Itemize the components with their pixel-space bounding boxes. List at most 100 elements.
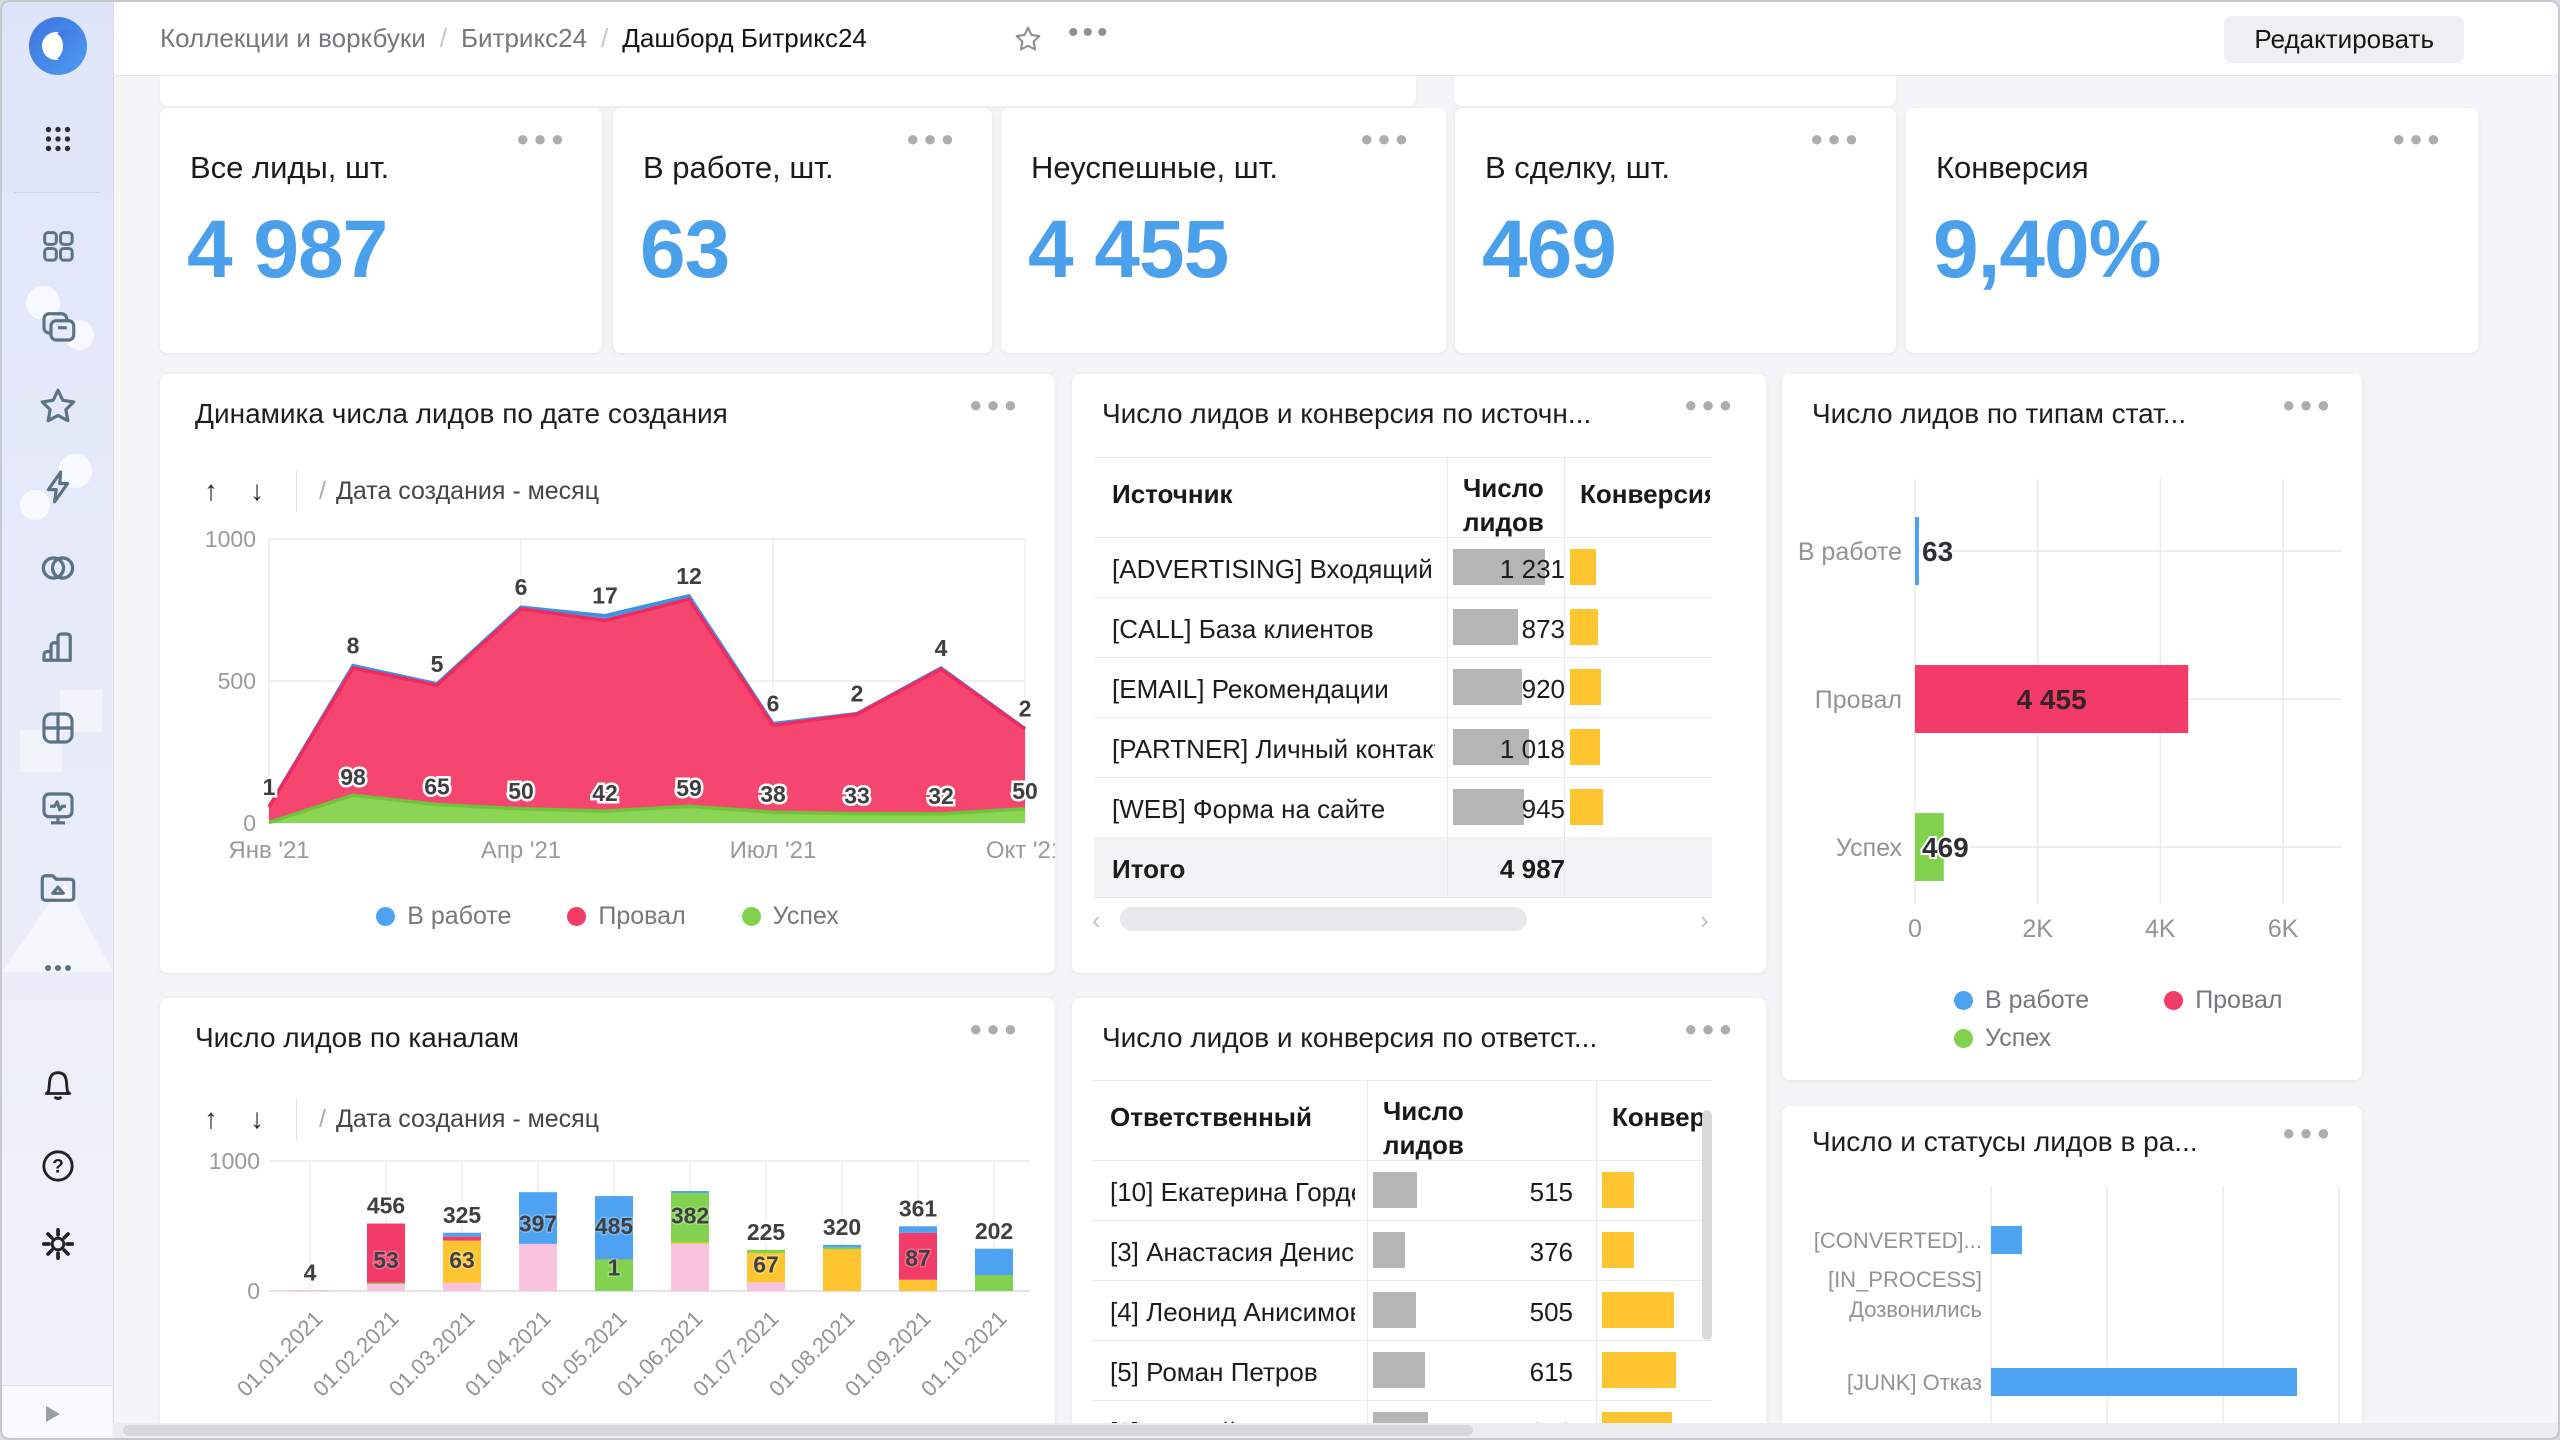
x-axis-tick: 2K — [2022, 915, 2053, 943]
drill-up-icon[interactable]: ↑ — [204, 1103, 218, 1135]
drill-down-icon[interactable]: ↓ — [250, 1103, 264, 1135]
sidebar-item-collections[interactable] — [36, 304, 80, 348]
inwork-chart-plot[interactable]: [CONVERTED]...[IN_PROCESS]Дозвонились[JU… — [1782, 1176, 2362, 1440]
bar-segment-pink[interactable] — [519, 1244, 557, 1291]
x-axis-tick: Апр '21 — [481, 837, 561, 864]
bar-segment-pink[interactable] — [291, 1290, 329, 1291]
horizontal-scrollbar-thumb[interactable] — [1120, 907, 1527, 931]
bar-segment-red[interactable] — [443, 1237, 481, 1241]
channels-chart-plot[interactable]: 10000401.01.20214565301.02.20213256301.0… — [160, 1144, 1055, 1440]
data-label: 50 — [508, 778, 534, 804]
datalens-logo[interactable] — [28, 16, 88, 76]
bar-[JUNK] Отказ[interactable] — [1991, 1368, 2297, 1396]
datalens-logo-icon — [29, 17, 87, 75]
bar-segment-blue[interactable] — [443, 1233, 481, 1237]
bar-segment-green[interactable] — [823, 1247, 861, 1249]
scrollbar-thumb[interactable] — [123, 1425, 1473, 1436]
bar-segment-blue[interactable] — [975, 1249, 1013, 1275]
kpi-value: 9,40% — [1933, 203, 2161, 297]
data-label: 65 — [424, 774, 450, 800]
bar-segment-pink[interactable] — [671, 1244, 709, 1291]
bar-segment-green[interactable] — [975, 1275, 1013, 1291]
legend-item-Провал[interactable]: Провал — [2164, 986, 2282, 1015]
apps-grid-glyph — [39, 120, 77, 158]
help-button[interactable]: ? — [36, 1144, 80, 1188]
card-menu-icon[interactable]: ●●● — [969, 1016, 1021, 1042]
breadcrumb-item[interactable]: Битрикс24 — [461, 23, 587, 54]
table-cell-leads: 1 018 — [1453, 734, 1565, 765]
settings-button[interactable] — [36, 1222, 80, 1266]
data-label: 485 — [595, 1213, 634, 1239]
bar-segment-pink[interactable] — [747, 1282, 785, 1291]
legend-item-Успех[interactable]: Успех — [742, 902, 839, 931]
table-cell-leads: 515 — [1373, 1177, 1573, 1208]
kpi-title: Неуспешные, шт. — [1031, 150, 1278, 186]
bar-segment-green[interactable] — [367, 1283, 405, 1284]
card-menu-icon[interactable]: ●●● — [969, 392, 1021, 418]
card-menu-icon[interactable]: ●●● — [2282, 392, 2334, 418]
legend-item-Успех[interactable]: Успех — [1954, 1024, 2051, 1053]
favorite-star-icon[interactable] — [1013, 24, 1043, 59]
scroll-right-arrow[interactable]: › — [1700, 905, 1709, 936]
drill-breadcrumb[interactable]: Дата создания - месяц — [336, 477, 599, 506]
apps-grid-icon[interactable] — [36, 117, 80, 161]
y-axis-tick: 500 — [218, 668, 256, 694]
bar-segment-pink[interactable] — [367, 1284, 405, 1291]
legend-dot — [2164, 991, 2183, 1010]
sidebar-item-more[interactable] — [36, 946, 80, 990]
edit-button[interactable]: Редактировать — [2224, 16, 2464, 63]
svg-text:?: ? — [52, 1157, 64, 1178]
sidebar-item-editor[interactable] — [36, 786, 80, 830]
notifications-button[interactable] — [36, 1064, 80, 1108]
bar-В работе[interactable] — [1915, 517, 1919, 585]
scroll-left-arrow[interactable]: ‹ — [1092, 905, 1101, 936]
table-cell-name: [4] Леонид Анисимов — [1110, 1297, 1355, 1328]
card-menu-icon[interactable]: ●●● — [516, 126, 568, 152]
bar-[CONVERTED]...[interactable] — [1991, 1226, 2022, 1254]
sidebar-item-dashboards[interactable] — [36, 224, 80, 268]
card-menu-icon[interactable]: ●●● — [1360, 126, 1412, 152]
vertical-scrollbar-thumb[interactable] — [1702, 1110, 1712, 1340]
sidebar-item-connections[interactable] — [36, 465, 80, 509]
sidebar-expand-button[interactable] — [2, 1385, 112, 1440]
header-more-icon[interactable]: ••• — [1068, 16, 1112, 50]
data-label: 6 — [767, 691, 780, 717]
breadcrumb-item[interactable]: Дашборд Битрикс24 — [622, 23, 867, 54]
sidebar-item-charts[interactable] — [36, 626, 80, 670]
monitor-pulse-icon — [37, 787, 79, 829]
legend-item-В работе[interactable]: В работе — [376, 902, 511, 931]
card-menu-icon[interactable]: ●●● — [906, 126, 958, 152]
bar-segment-yellow[interactable] — [823, 1249, 861, 1291]
bar-segment-blue[interactable] — [899, 1226, 937, 1233]
sidebar-item-tables[interactable] — [36, 706, 80, 750]
card-menu-icon[interactable]: ●●● — [2392, 126, 2444, 152]
total-row — [1094, 837, 1712, 897]
bar-segment-blue[interactable] — [671, 1191, 709, 1193]
kpi-value: 4 455 — [1028, 203, 1228, 297]
legend-item-Провал[interactable]: Провал — [567, 902, 685, 931]
card-menu-icon[interactable]: ●●● — [2282, 1120, 2334, 1146]
data-label: 4 455 — [2017, 684, 2087, 715]
bar-segment-yellow[interactable] — [899, 1280, 937, 1291]
breadcrumb-item[interactable]: Коллекции и воркбуки — [160, 23, 426, 54]
bar-segment-blue[interactable] — [823, 1245, 861, 1248]
drill-down-icon[interactable]: ↓ — [250, 475, 264, 507]
card-title: Число лидов по типам стат... — [1812, 398, 2186, 430]
chart-toolbar: ↑ ↓ / Дата создания - месяц — [204, 1098, 599, 1140]
legend-item-В работе[interactable]: В работе — [1954, 986, 2089, 1015]
bar-segment-pink[interactable] — [443, 1283, 481, 1291]
drill-up-icon[interactable]: ↑ — [204, 475, 218, 507]
area-chart-plot[interactable]: 10005000Янв '21Апр '21Июл '21Окт '211856… — [160, 524, 1055, 884]
bar-segment-yellow[interactable] — [671, 1243, 709, 1244]
card-menu-icon[interactable]: ●●● — [1810, 126, 1862, 152]
data-label: 1 — [263, 774, 276, 800]
data-label: 361 — [899, 1195, 938, 1221]
status-chart-plot[interactable]: 02K4K6KВ работеПровалУспех634 455469 — [1782, 444, 2362, 1034]
table-cell-name: [ADVERTISING] Входящий звонок — [1112, 554, 1435, 585]
legend-label: Провал — [2195, 986, 2282, 1015]
page-horizontal-scrollbar[interactable] — [113, 1423, 2560, 1438]
drill-breadcrumb[interactable]: Дата создания - месяц — [336, 1105, 599, 1134]
sidebar-item-storage[interactable] — [36, 866, 80, 910]
sidebar-item-datasets[interactable] — [36, 546, 80, 590]
sidebar-item-favorites[interactable] — [36, 384, 80, 428]
